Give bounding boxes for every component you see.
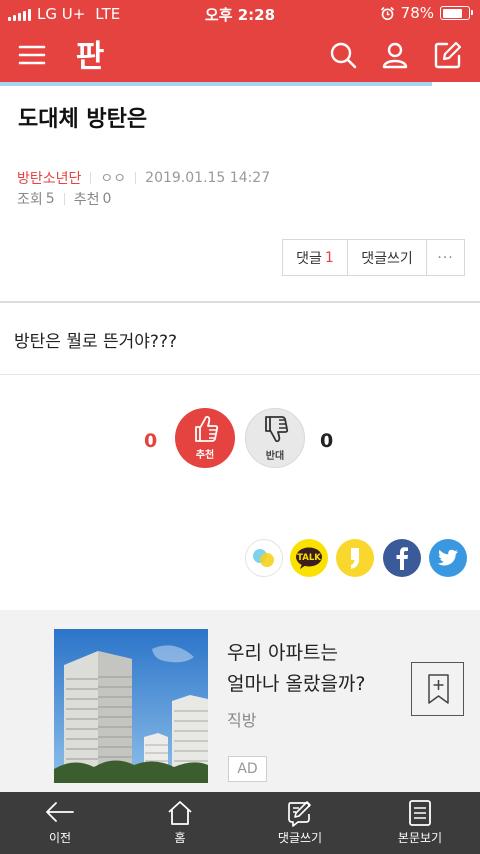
share-band-button[interactable] [245, 539, 283, 577]
battery-percent: 78% [400, 4, 434, 22]
upvote-count: 0 [144, 430, 158, 452]
downvote-button[interactable]: 반대 [245, 408, 305, 468]
ad-title-line2: 얼마나 올랐을까? [227, 673, 366, 695]
logo-text: 판 [76, 39, 105, 74]
author-sub: ㅇㅇ [100, 171, 127, 187]
back-arrow-icon [46, 802, 74, 822]
post-body: 방탄은 뭘로 뜬거야??? [14, 332, 177, 352]
pann-logo[interactable]: 판 [72, 36, 108, 74]
recommend-count: 0 [102, 191, 112, 207]
ad-title-line1: 우리 아파트는 [227, 642, 338, 664]
downvote-label: 반대 [265, 451, 285, 462]
ad-banner[interactable]: 우리 아파트는 얼마나 올랐을까? 직방 AD [0, 610, 480, 792]
comments-label: 댓글 [296, 250, 322, 267]
view-post-button[interactable]: 본문보기 [360, 792, 480, 854]
home-icon [168, 801, 192, 825]
upvote-label: 추천 [195, 450, 215, 461]
bookmark-add-icon [428, 674, 449, 704]
post-date: 2019.01.15 14:27 [145, 170, 271, 186]
share-kakaotalk-button[interactable]: TALK [290, 539, 328, 577]
post-actions: 댓글 1 댓글쓰기 ··· [282, 239, 465, 276]
write-icon[interactable] [433, 40, 463, 70]
write-comment-button[interactable]: 댓글쓰기 [348, 240, 427, 275]
meta-divider [135, 172, 137, 184]
views-label: 조회 [17, 192, 43, 208]
read-progress-fill [0, 82, 432, 86]
battery-icon [440, 6, 473, 20]
ad-image[interactable] [54, 629, 208, 783]
home-button[interactable]: 홈 [120, 792, 240, 854]
more-button[interactable]: ··· [427, 240, 464, 275]
menu-icon[interactable] [17, 40, 47, 70]
meta-divider [63, 193, 65, 205]
thumbs-down-icon [265, 416, 289, 443]
twitter-icon [429, 539, 467, 577]
back-label: 이전 [48, 831, 72, 845]
comments-button[interactable]: 댓글 1 [283, 240, 348, 275]
ad-source: 직방 [227, 711, 257, 730]
ad-bookmark-button[interactable] [411, 662, 464, 716]
app-header: 판 [0, 28, 480, 82]
kakaotalk-text: TALK [297, 553, 321, 563]
comments-count: 1 [324, 249, 334, 266]
post-meta: 방탄소년단 ㅇㅇ 2019.01.15 14:27 [17, 168, 270, 188]
content-divider-bottom [0, 374, 480, 375]
thumbs-up-icon [195, 415, 219, 442]
write-comment-icon [288, 801, 311, 827]
author-name[interactable]: 방탄소년단 [17, 168, 81, 188]
recommend-label: 추천 [73, 192, 100, 208]
facebook-icon [383, 539, 421, 577]
share-kakaostory-button[interactable] [336, 539, 374, 577]
post-title: 도대체 방탄은 [18, 107, 148, 132]
views-count: 5 [45, 191, 55, 207]
document-icon [409, 800, 431, 826]
read-progress-bar [0, 82, 480, 86]
apartment-photo [54, 629, 208, 783]
write-comment-nav-button[interactable]: 댓글쓰기 [240, 792, 360, 854]
alarm-icon [380, 6, 394, 20]
search-icon[interactable] [328, 40, 358, 70]
bottom-nav: 이전 홈 댓글쓰기 본문보기 [0, 792, 480, 854]
home-label: 홈 [174, 831, 186, 845]
band-icon [245, 539, 283, 577]
kakaostory-icon [336, 539, 374, 577]
upvote-button[interactable]: 추천 [175, 408, 235, 468]
downvote-count: 0 [320, 430, 334, 452]
status-bar: LG U+ LTE 오후 2:28 78% [0, 0, 480, 28]
share-twitter-button[interactable] [429, 539, 467, 577]
ad-title[interactable]: 우리 아파트는 얼마나 올랐을까? [227, 638, 407, 700]
content-divider-top [0, 301, 480, 303]
share-facebook-button[interactable] [383, 539, 421, 577]
write-comment-nav-label: 댓글쓰기 [277, 831, 323, 845]
ad-badge: AD [228, 756, 267, 782]
view-post-label: 본문보기 [397, 831, 443, 845]
kakaotalk-icon: TALK [290, 539, 328, 577]
post-stats: 조회 5 추천 0 [17, 189, 111, 209]
user-icon[interactable] [380, 40, 410, 70]
back-button[interactable]: 이전 [0, 792, 120, 854]
meta-divider [90, 172, 92, 184]
